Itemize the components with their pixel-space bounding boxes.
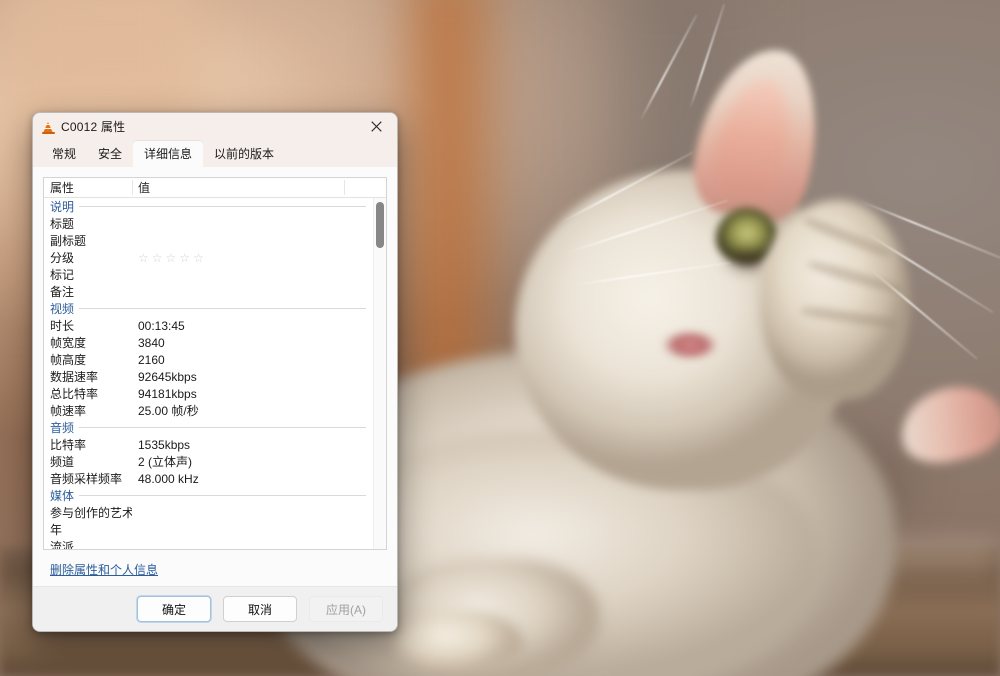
property-name: 数据速率 (50, 370, 99, 384)
file-properties-dialog: C0012 属性 常规 安全 详细信息 以前的版本 属性 值 说明 标题 副标题… (32, 112, 398, 632)
tab-general[interactable]: 常规 (41, 141, 87, 168)
table-row[interactable]: 流派 (44, 538, 374, 549)
star-icon[interactable]: ☆ (166, 252, 177, 264)
property-value: 00:13:45 (138, 318, 185, 333)
tab-previous-versions[interactable]: 以前的版本 (203, 141, 285, 168)
close-icon[interactable] (355, 113, 397, 140)
screen: C0012 属性 常规 安全 详细信息 以前的版本 属性 值 说明 标题 副标题… (0, 0, 1000, 676)
cancel-button[interactable]: 取消 (223, 596, 297, 622)
property-value: 3840 (138, 335, 165, 350)
dialog-title: C0012 属性 (61, 120, 126, 134)
tab-bar: 常规 安全 详细信息 以前的版本 (33, 140, 397, 168)
property-value: ☆ ☆ ☆ ☆ ☆ (132, 252, 374, 264)
table-row[interactable]: 分级 ☆ ☆ ☆ ☆ ☆ (44, 249, 374, 266)
section-rule (79, 495, 366, 496)
tab-details[interactable]: 详细信息 (133, 141, 204, 168)
tab-panel-details: 属性 值 说明 标题 副标题 分级 ☆ ☆ ☆ ☆ ☆ 标记 备注 视频 时长 00:13:45 帧宽度 38… (33, 167, 397, 631)
property-section-header: 视频 (44, 300, 374, 317)
dialog-button-bar: 确定 取消 应用(A) (33, 586, 397, 631)
dialog-titlebar: C0012 属性 (33, 113, 397, 140)
column-header-value: 值 (138, 181, 151, 195)
property-list[interactable]: 属性 值 说明 标题 副标题 分级 ☆ ☆ ☆ ☆ ☆ 标记 备注 视频 时长 00:13:45 帧宽度 38… (43, 177, 387, 550)
table-row[interactable]: 数据速率 92645kbps (44, 368, 374, 385)
rating-stars[interactable]: ☆ ☆ ☆ ☆ ☆ (138, 252, 374, 264)
property-name: 标记 (50, 268, 75, 282)
property-name: 帧高度 (50, 353, 87, 367)
star-icon[interactable]: ☆ (179, 252, 190, 264)
vertical-scrollbar[interactable] (373, 198, 386, 549)
table-row[interactable]: 副标题 (44, 232, 374, 249)
section-rule (79, 206, 366, 207)
remove-properties-link[interactable]: 删除属性和个人信息 (50, 563, 158, 577)
property-name: 时长 (50, 319, 75, 333)
property-value: 25.00 帧/秒 (138, 404, 199, 418)
table-row[interactable]: 标记 (44, 266, 374, 283)
ok-button[interactable]: 确定 (137, 596, 211, 622)
property-name: 帧速率 (50, 404, 87, 418)
apply-button[interactable]: 应用(A) (309, 596, 383, 622)
property-name: 备注 (50, 285, 75, 299)
property-name: 音频采样频率 (50, 472, 123, 486)
table-row[interactable]: 时长 00:13:45 (44, 317, 374, 334)
tab-security[interactable]: 安全 (87, 141, 133, 168)
property-name: 标题 (50, 217, 75, 231)
property-value: 2160 (138, 352, 165, 367)
table-row[interactable]: 参与创作的艺术家 (44, 504, 374, 521)
star-icon[interactable]: ☆ (138, 252, 149, 264)
property-section-header: 音频 (44, 419, 374, 436)
property-section-header: 说明 (44, 198, 374, 215)
table-row[interactable]: 帧速率 25.00 帧/秒 (44, 402, 374, 419)
cat-front-paw (395, 612, 525, 670)
table-row[interactable]: 帧宽度 3840 (44, 334, 374, 351)
section-title: 媒体 (50, 489, 75, 503)
table-row[interactable]: 标题 (44, 215, 374, 232)
cat-mouth (662, 332, 718, 358)
star-icon[interactable]: ☆ (193, 252, 204, 264)
property-name: 副标题 (50, 234, 87, 248)
property-name: 分级 (50, 251, 75, 265)
section-title: 视频 (50, 302, 75, 316)
table-row[interactable]: 频道 2 (立体声) (44, 453, 374, 470)
property-name: 流派 (50, 540, 75, 549)
property-value: 2 (立体声) (138, 455, 193, 469)
property-name: 频道 (50, 455, 75, 469)
property-name: 总比特率 (50, 387, 99, 401)
remove-properties-row: 删除属性和个人信息 (43, 550, 387, 579)
star-icon[interactable]: ☆ (152, 252, 163, 264)
table-row[interactable]: 总比特率 94181kbps (44, 385, 374, 402)
vlc-cone-icon (41, 120, 55, 134)
section-rule (79, 308, 366, 309)
section-rule (79, 427, 366, 428)
property-value: 48.000 kHz (138, 471, 199, 486)
table-row[interactable]: 音频采样频率 48.000 kHz (44, 470, 374, 487)
column-header-property: 属性 (50, 181, 75, 195)
property-name: 比特率 (50, 438, 87, 452)
property-list-header: 属性 值 (44, 178, 386, 198)
property-value: 94181kbps (138, 386, 197, 401)
property-value: 92645kbps (138, 369, 197, 384)
property-name: 年 (50, 523, 63, 537)
table-row[interactable]: 年 (44, 521, 374, 538)
section-title: 音频 (50, 421, 75, 435)
section-title: 说明 (50, 200, 75, 214)
property-rows: 说明 标题 副标题 分级 ☆ ☆ ☆ ☆ ☆ 标记 备注 视频 时长 00:13:45 帧宽度 3840 帧高度… (44, 198, 374, 549)
table-row[interactable]: 帧高度 2160 (44, 351, 374, 368)
property-name: 参与创作的艺术家 (50, 506, 132, 520)
property-value: 1535kbps (138, 437, 191, 452)
scrollbar-thumb[interactable] (376, 202, 384, 248)
property-section-header: 媒体 (44, 487, 374, 504)
table-row[interactable]: 备注 (44, 283, 374, 300)
property-name: 帧宽度 (50, 336, 87, 350)
table-row[interactable]: 比特率 1535kbps (44, 436, 374, 453)
